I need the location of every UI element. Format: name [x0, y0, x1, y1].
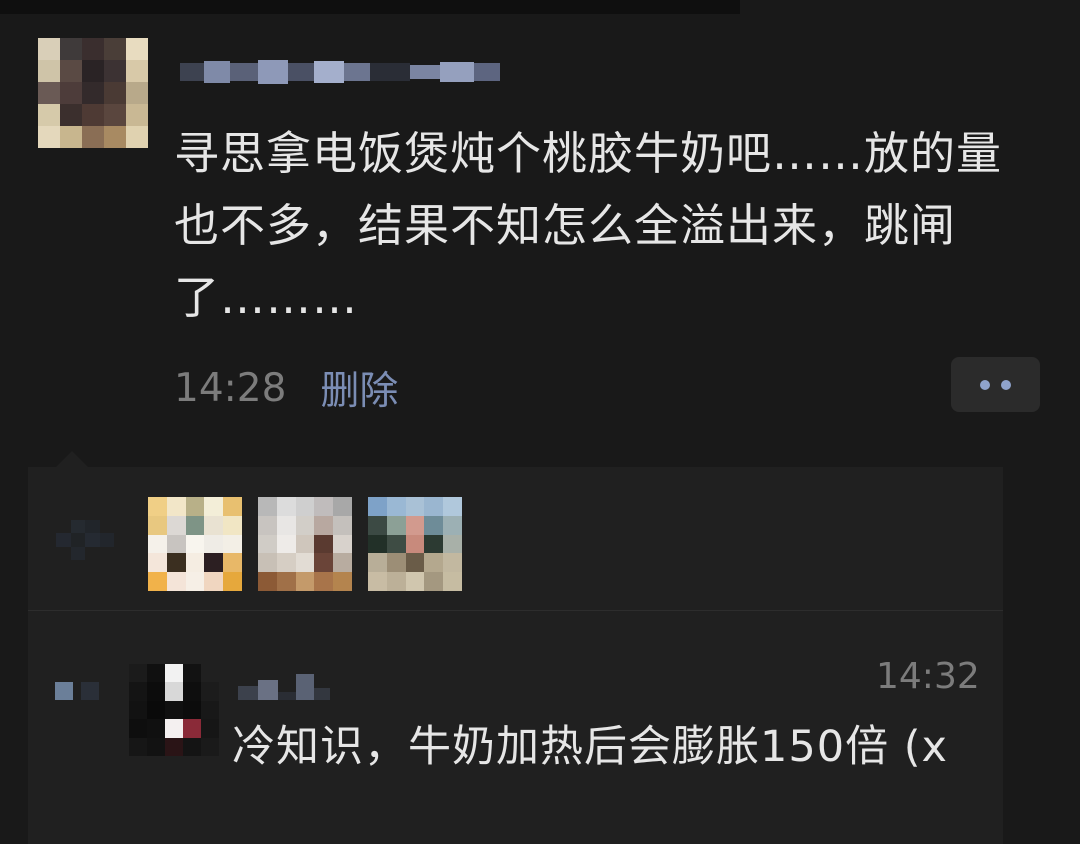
- author-name-redacted[interactable]: [180, 52, 500, 92]
- liker-avatar[interactable]: [368, 497, 462, 591]
- author-avatar[interactable]: [38, 38, 148, 148]
- liker-avatar[interactable]: [258, 497, 352, 591]
- liker-avatar[interactable]: [148, 497, 242, 591]
- post-text: 寻思拿电饭煲炖个桃胶牛奶吧……放的量也不多，结果不知怎么全溢出来，跳闸了………: [174, 127, 1003, 324]
- post-meta-row: 14:28 删除: [174, 360, 398, 416]
- comment-text: 冷知识，牛奶加热后会膨胀150倍 (x: [232, 722, 948, 772]
- more-dots-icon[interactable]: [951, 357, 1040, 412]
- moments-page: 寻思拿电饭煲炖个桃胶牛奶吧……放的量也不多，结果不知怎么全溢出来，跳闸了……… …: [0, 0, 1080, 844]
- delete-post-link[interactable]: 删除: [320, 360, 398, 416]
- comment-icon: [55, 682, 111, 702]
- dot: [980, 379, 990, 390]
- heart-icon: [56, 520, 114, 560]
- panel-divider: [28, 610, 1003, 611]
- dot: [1001, 379, 1011, 390]
- panel-notch: [56, 451, 88, 467]
- post-timestamp: 14:28: [174, 365, 287, 411]
- comment-timestamp: 14:32: [876, 656, 980, 697]
- status-bar-strip: [0, 0, 740, 14]
- commenter-name-redacted[interactable]: [238, 664, 330, 700]
- commenter-avatar[interactable]: [129, 664, 219, 756]
